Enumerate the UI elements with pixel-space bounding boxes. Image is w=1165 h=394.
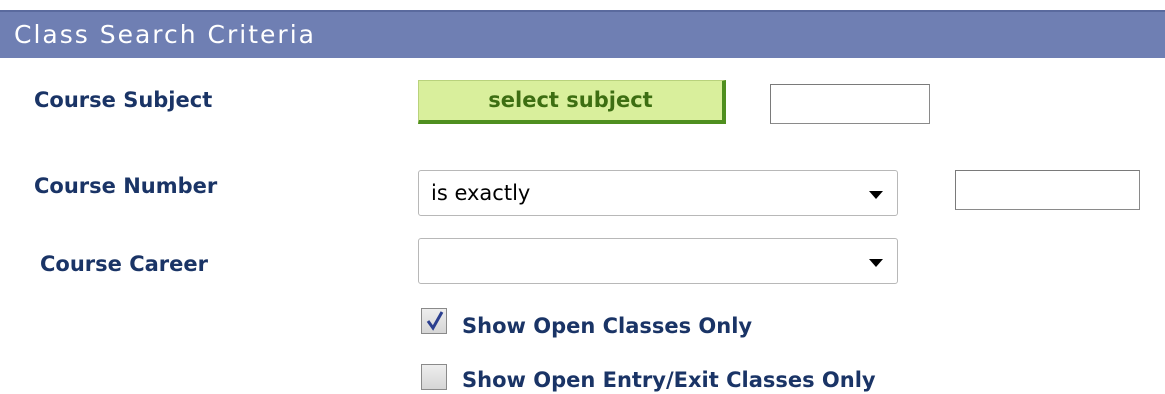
select-subject-button[interactable]: select subject [418,80,726,124]
course-career-label: Course Career [40,252,208,276]
open-classes-label: Show Open Classes Only [462,314,753,338]
course-number-input[interactable] [955,170,1140,210]
open-entry-exit-label: Show Open Entry/Exit Classes Only [462,368,876,392]
course-number-label: Course Number [34,174,218,198]
dropdown-arrow-icon [869,259,883,267]
course-number-operator-select[interactable]: is exactly [418,170,898,216]
section-header: Class Search Criteria [0,10,1165,58]
section-title: Class Search Criteria [14,20,316,49]
dropdown-arrow-icon [869,191,883,199]
open-entry-exit-checkbox[interactable] [421,364,447,390]
course-subject-label: Course Subject [34,88,213,112]
course-career-select[interactable] [418,238,898,284]
open-classes-checkbox[interactable] [421,308,447,334]
course-number-operator-value: is exactly [431,181,531,205]
checkmark-icon [426,311,444,331]
course-subject-input[interactable] [770,84,930,124]
